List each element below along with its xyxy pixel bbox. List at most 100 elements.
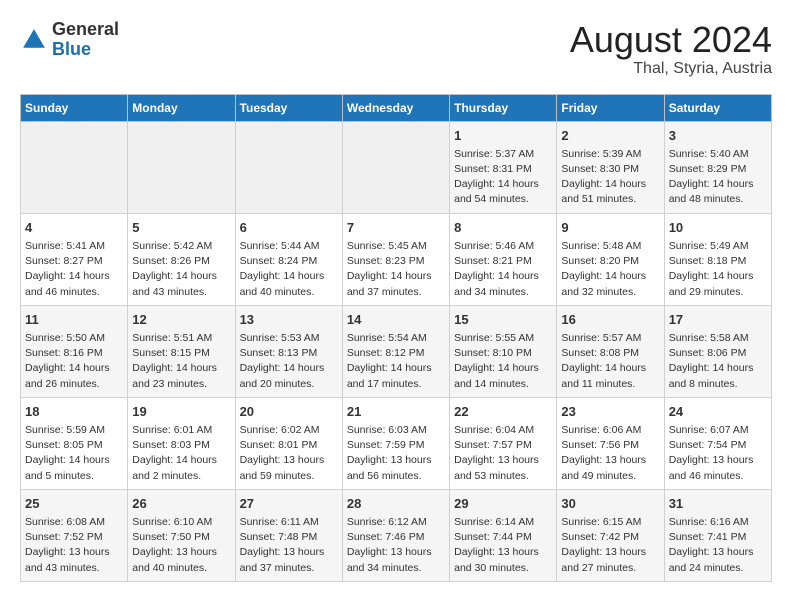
calendar-cell: 5Sunrise: 5:42 AM Sunset: 8:26 PM Daylig… bbox=[128, 213, 235, 305]
day-info: Sunrise: 5:55 AM Sunset: 8:10 PM Dayligh… bbox=[454, 331, 552, 392]
calendar-cell: 7Sunrise: 5:45 AM Sunset: 8:23 PM Daylig… bbox=[342, 213, 449, 305]
day-number: 31 bbox=[669, 495, 767, 513]
calendar-cell: 14Sunrise: 5:54 AM Sunset: 8:12 PM Dayli… bbox=[342, 305, 449, 397]
day-info: Sunrise: 5:42 AM Sunset: 8:26 PM Dayligh… bbox=[132, 239, 230, 300]
day-info: Sunrise: 5:48 AM Sunset: 8:20 PM Dayligh… bbox=[561, 239, 659, 300]
day-info: Sunrise: 6:08 AM Sunset: 7:52 PM Dayligh… bbox=[25, 515, 123, 576]
calendar-cell: 1 Sunrise: 5:37 AM Sunset: 8:31 PM Daylig… bbox=[450, 121, 557, 213]
calendar-cell: 19Sunrise: 6:01 AM Sunset: 8:03 PM Dayli… bbox=[128, 397, 235, 489]
day-number: 23 bbox=[561, 403, 659, 421]
day-number: 18 bbox=[25, 403, 123, 421]
calendar-header: SundayMondayTuesdayWednesdayThursdayFrid… bbox=[21, 94, 772, 121]
calendar-cell: 9Sunrise: 5:48 AM Sunset: 8:20 PM Daylig… bbox=[557, 213, 664, 305]
day-number: 3 bbox=[669, 127, 767, 145]
location-subtitle: Thal, Styria, Austria bbox=[570, 60, 772, 78]
day-number: 1 bbox=[454, 127, 552, 145]
day-number: 26 bbox=[132, 495, 230, 513]
calendar-week-row: 4 Sunrise: 5:41 AM Sunset: 8:27 PM Daylig… bbox=[21, 213, 772, 305]
calendar-cell: 6Sunrise: 5:44 AM Sunset: 8:24 PM Daylig… bbox=[235, 213, 342, 305]
calendar-week-row: 25 Sunrise: 6:08 AM Sunset: 7:52 PM Dayli… bbox=[21, 489, 772, 581]
day-number: 17 bbox=[669, 311, 767, 329]
calendar-cell bbox=[128, 121, 235, 213]
weekday-header-thursday: Thursday bbox=[450, 94, 557, 121]
logo: General Blue bbox=[20, 20, 119, 60]
day-info: Sunrise: 6:02 AM Sunset: 8:01 PM Dayligh… bbox=[240, 423, 338, 484]
logo-blue-text: Blue bbox=[52, 40, 119, 60]
day-info: Sunrise: 5:40 AM Sunset: 8:29 PM Dayligh… bbox=[669, 147, 767, 208]
day-info: Sunrise: 5:58 AM Sunset: 8:06 PM Dayligh… bbox=[669, 331, 767, 392]
month-year-title: August 2024 bbox=[570, 20, 772, 60]
day-info: Sunrise: 6:07 AM Sunset: 7:54 PM Dayligh… bbox=[669, 423, 767, 484]
day-number: 15 bbox=[454, 311, 552, 329]
day-number: 19 bbox=[132, 403, 230, 421]
calendar-cell: 20 Sunrise: 6:02 AM Sunset: 8:01 PM Dayli… bbox=[235, 397, 342, 489]
day-number: 25 bbox=[25, 495, 123, 513]
day-number: 21 bbox=[347, 403, 445, 421]
day-info: Sunrise: 5:53 AM Sunset: 8:13 PM Dayligh… bbox=[240, 331, 338, 392]
day-number: 6 bbox=[240, 219, 338, 237]
day-number: 22 bbox=[454, 403, 552, 421]
day-info: Sunrise: 6:14 AM Sunset: 7:44 PM Dayligh… bbox=[454, 515, 552, 576]
calendar-body: 1 Sunrise: 5:37 AM Sunset: 8:31 PM Daylig… bbox=[21, 121, 772, 581]
day-number: 20 bbox=[240, 403, 338, 421]
weekday-header-saturday: Saturday bbox=[664, 94, 771, 121]
logo-text: General Blue bbox=[52, 20, 119, 60]
calendar-cell: 13Sunrise: 5:53 AM Sunset: 8:13 PM Dayli… bbox=[235, 305, 342, 397]
weekday-header-friday: Friday bbox=[557, 94, 664, 121]
day-number: 28 bbox=[347, 495, 445, 513]
day-info: Sunrise: 6:04 AM Sunset: 7:57 PM Dayligh… bbox=[454, 423, 552, 484]
calendar-cell: 21 Sunrise: 6:03 AM Sunset: 7:59 PM Dayli… bbox=[342, 397, 449, 489]
day-number: 7 bbox=[347, 219, 445, 237]
day-info: Sunrise: 5:51 AM Sunset: 8:15 PM Dayligh… bbox=[132, 331, 230, 392]
day-number: 27 bbox=[240, 495, 338, 513]
calendar-cell: 2 Sunrise: 5:39 AM Sunset: 8:30 PM Daylig… bbox=[557, 121, 664, 213]
calendar-cell: 8Sunrise: 5:46 AM Sunset: 8:21 PM Daylig… bbox=[450, 213, 557, 305]
calendar-cell: 26Sunrise: 6:10 AM Sunset: 7:50 PM Dayli… bbox=[128, 489, 235, 581]
title-block: August 2024 Thal, Styria, Austria bbox=[570, 20, 772, 78]
day-info: Sunrise: 5:57 AM Sunset: 8:08 PM Dayligh… bbox=[561, 331, 659, 392]
weekday-header-monday: Monday bbox=[128, 94, 235, 121]
calendar-week-row: 1 Sunrise: 5:37 AM Sunset: 8:31 PM Daylig… bbox=[21, 121, 772, 213]
calendar-cell: 12 Sunrise: 5:51 AM Sunset: 8:15 PM Dayli… bbox=[128, 305, 235, 397]
weekday-header-tuesday: Tuesday bbox=[235, 94, 342, 121]
day-number: 16 bbox=[561, 311, 659, 329]
day-info: Sunrise: 5:59 AM Sunset: 8:05 PM Dayligh… bbox=[25, 423, 123, 484]
calendar-week-row: 18 Sunrise: 5:59 AM Sunset: 8:05 PM Dayli… bbox=[21, 397, 772, 489]
day-info: Sunrise: 5:49 AM Sunset: 8:18 PM Dayligh… bbox=[669, 239, 767, 300]
calendar-cell: 15 Sunrise: 5:55 AM Sunset: 8:10 PM Dayli… bbox=[450, 305, 557, 397]
day-info: Sunrise: 5:46 AM Sunset: 8:21 PM Dayligh… bbox=[454, 239, 552, 300]
calendar-cell: 29 Sunrise: 6:14 AM Sunset: 7:44 PM Dayli… bbox=[450, 489, 557, 581]
day-info: Sunrise: 5:39 AM Sunset: 8:30 PM Dayligh… bbox=[561, 147, 659, 208]
calendar-cell: 11Sunrise: 5:50 AM Sunset: 8:16 PM Dayli… bbox=[21, 305, 128, 397]
day-info: Sunrise: 6:12 AM Sunset: 7:46 PM Dayligh… bbox=[347, 515, 445, 576]
day-info: Sunrise: 6:11 AM Sunset: 7:48 PM Dayligh… bbox=[240, 515, 338, 576]
page-header: General Blue August 2024 Thal, Styria, A… bbox=[20, 20, 772, 78]
calendar-week-row: 11Sunrise: 5:50 AM Sunset: 8:16 PM Dayli… bbox=[21, 305, 772, 397]
calendar-cell: 27 Sunrise: 6:11 AM Sunset: 7:48 PM Dayli… bbox=[235, 489, 342, 581]
day-number: 12 bbox=[132, 311, 230, 329]
weekday-header-wednesday: Wednesday bbox=[342, 94, 449, 121]
day-info: Sunrise: 6:15 AM Sunset: 7:42 PM Dayligh… bbox=[561, 515, 659, 576]
day-info: Sunrise: 5:37 AM Sunset: 8:31 PM Dayligh… bbox=[454, 147, 552, 208]
calendar-cell: 25 Sunrise: 6:08 AM Sunset: 7:52 PM Dayli… bbox=[21, 489, 128, 581]
day-info: Sunrise: 6:03 AM Sunset: 7:59 PM Dayligh… bbox=[347, 423, 445, 484]
calendar-cell: 10Sunrise: 5:49 AM Sunset: 8:18 PM Dayli… bbox=[664, 213, 771, 305]
calendar-cell: 4 Sunrise: 5:41 AM Sunset: 8:27 PM Daylig… bbox=[21, 213, 128, 305]
day-info: Sunrise: 5:41 AM Sunset: 8:27 PM Dayligh… bbox=[25, 239, 123, 300]
day-number: 30 bbox=[561, 495, 659, 513]
calendar-cell: 18 Sunrise: 5:59 AM Sunset: 8:05 PM Dayli… bbox=[21, 397, 128, 489]
calendar-cell: 30 Sunrise: 6:15 AM Sunset: 7:42 PM Dayli… bbox=[557, 489, 664, 581]
day-number: 29 bbox=[454, 495, 552, 513]
calendar-cell bbox=[21, 121, 128, 213]
day-number: 2 bbox=[561, 127, 659, 145]
day-number: 24 bbox=[669, 403, 767, 421]
weekday-header-row: SundayMondayTuesdayWednesdayThursdayFrid… bbox=[21, 94, 772, 121]
day-info: Sunrise: 6:06 AM Sunset: 7:56 PM Dayligh… bbox=[561, 423, 659, 484]
day-number: 4 bbox=[25, 219, 123, 237]
day-info: Sunrise: 6:16 AM Sunset: 7:41 PM Dayligh… bbox=[669, 515, 767, 576]
calendar-cell: 31 Sunrise: 6:16 AM Sunset: 7:41 PM Dayli… bbox=[664, 489, 771, 581]
weekday-header-sunday: Sunday bbox=[21, 94, 128, 121]
calendar-cell bbox=[342, 121, 449, 213]
day-info: Sunrise: 5:54 AM Sunset: 8:12 PM Dayligh… bbox=[347, 331, 445, 392]
calendar-cell: 23 Sunrise: 6:06 AM Sunset: 7:56 PM Dayli… bbox=[557, 397, 664, 489]
